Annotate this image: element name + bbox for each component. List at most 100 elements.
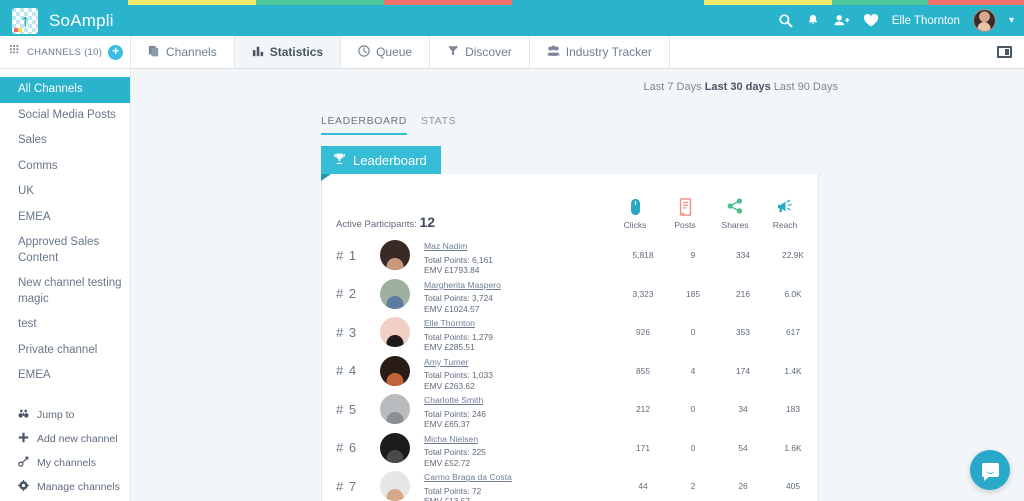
tab-channels[interactable]: Channels [131,36,235,68]
sidebar-tool-jump-to[interactable]: Jump to [0,403,130,427]
participant-points: Total Points: 6,161 [424,254,493,265]
avatar[interactable] [380,394,410,425]
sidebar-item-test[interactable]: test [0,312,130,338]
metric-value-clicks: 212 [636,404,650,415]
chevron-down-icon[interactable]: ▾ [1009,15,1014,26]
main-tab-bar: CHANNELS (10) + Channels Statistics Queue D… [0,36,1024,69]
sidebar-tool-label: My channels [37,456,96,469]
heart-icon[interactable] [863,13,879,28]
metric-label: Reach [772,220,798,230]
avatar[interactable] [380,278,410,309]
avatar[interactable] [380,471,410,501]
metric-value-posts: 0 [690,404,696,415]
sidebar-tool-manage-channels[interactable]: Manage channels [0,475,130,499]
metric-label: Shares [721,220,749,230]
metric-label: Clicks [623,220,647,230]
date-range-last-7-days[interactable]: Last 7 Days [644,81,702,93]
participant-info: Carmo Braga da Costa Total Points: 72EMV … [424,466,594,501]
leaderboard-row[interactable]: # 5 Charlotte Smith Total Points: 246 EMV £… [322,390,818,429]
metric-value-posts: 2 [690,481,696,492]
participant-info: Margherita Maspero Total Points: 3,724 EMV… [424,274,594,314]
copy-icon [148,45,160,60]
sidebar-item-private-channel[interactable]: Private channel [0,338,130,364]
participant-points: Total Points: 246 [424,408,486,419]
metric-value-posts: 9 [690,250,696,261]
participant-name-link[interactable]: Carmo Braga da Costa [424,472,512,482]
sidebar-item-approved-sales-content[interactable]: Approved Sales Content [0,230,130,271]
tab-queue[interactable]: Queue [341,36,431,68]
sidebar-item-uk[interactable]: UK [0,179,130,205]
brand-name: SoAmpli [49,10,114,30]
participant-name-link[interactable]: Margherita Maspero [424,280,501,290]
rank: # 4 [336,363,358,379]
participant-name-link[interactable]: Amy Turner [424,357,468,367]
metric-value-posts: 185 [686,288,700,299]
brand[interactable]: ➚ SoAmpli [0,7,114,34]
participant-name-link[interactable]: Elle Thornton [424,318,475,328]
share-icon [710,198,760,220]
bell-icon[interactable] [806,13,820,28]
date-range-last-90-days[interactable]: Last 90 Days [774,81,838,93]
grid-icon [10,45,21,59]
search-icon[interactable] [778,13,793,28]
metric-value-shares: 334 [736,250,750,261]
leaderboard-card: Active Participants: 12 Clicks Posts Share… [321,174,819,501]
sidebar-item-emea[interactable]: EMEA [0,363,130,389]
metric-label: Posts [674,220,696,230]
metric-value-reach: 1.6K [784,442,802,453]
sidebar-item-comms[interactable]: Comms [0,154,130,180]
leaderboard-row[interactable]: # 7 Carmo Braga da Costa Total Points: 72E… [322,467,818,501]
avatar[interactable] [972,9,996,32]
rocket-icon: ➚ [12,7,38,34]
metric-values: 212 0 34 183 [618,404,818,414]
add-user-icon[interactable] [833,13,850,28]
tab-industry-tracker[interactable]: Industry Tracker [529,36,670,68]
avatar[interactable] [380,355,410,386]
sidebar-tools: Jump to Add new channel My channels Manage … [0,403,130,499]
participant-name-link[interactable]: Maz Nadim [424,241,467,251]
date-range-last-30-days[interactable]: Last 30 days [705,81,771,93]
leaderboard-row[interactable]: # 1 Maz Nadim Total Points: 6,161 EMV £1793… [322,236,818,275]
panel-toggle-icon[interactable] [997,36,1024,68]
participant-name-link[interactable]: Micha Nielsen [424,434,478,444]
nav-tabs: Channels Statistics Queue Discover Industry … [131,36,670,68]
leaderboard-row[interactable]: # 4 Amy Turner Total Points: 1,033 EMV £263… [322,352,818,391]
avatar[interactable] [380,317,410,348]
participant-info: Micha Nielsen Total Points: 225 EMV £52.72 [424,428,594,468]
tab-label: Statistics [269,45,324,59]
chat-bubble-icon[interactable] [970,450,1010,490]
tab-statistics[interactable]: Statistics [234,36,342,68]
participant-info: Charlotte Smith Total Points: 246 EMV £65.… [424,389,594,429]
add-channel-button[interactable]: + [108,44,124,60]
participant-name-link[interactable]: Charlotte Smith [424,395,483,405]
top-bar: ➚ SoAmpli Elle Thornton ▾ [0,5,1024,36]
date-range-filter: Last 7 Days Last 30 days Last 90 Days [131,69,1024,93]
leaderboard-row[interactable]: # 3 Elle Thornton Total Points: 1,279 EMV £… [322,313,818,352]
sidebar-tool-my-channels[interactable]: My channels [0,451,130,475]
avatar[interactable] [380,240,410,271]
sidebar-item-new-channel-testing-magic[interactable]: New channel testing magic [0,271,130,312]
leaderboard-row[interactable]: # 2 Margherita Maspero Total Points: 3,724… [322,275,818,314]
tab-label: Discover [465,45,512,59]
metric-value-reach: 22.9K [782,250,804,261]
rank: # 7 [336,478,358,494]
sidebar-item-emea[interactable]: EMEA [0,205,130,231]
sidebar-item-sales[interactable]: Sales [0,128,130,154]
tab-discover[interactable]: Discover [430,36,530,68]
leaderboard-row[interactable]: # 6 Micha Nielsen Total Points: 225 EMV £52… [322,429,818,468]
subtab-leaderboard[interactable]: LEADERBOARD [321,115,407,135]
rank: # 2 [336,286,358,302]
sidebar-tool-add-new-channel[interactable]: Add new channel [0,427,130,451]
subtab-stats[interactable]: STATS [421,115,456,135]
metric-value-shares: 54 [738,442,748,453]
metric-value-reach: 183 [786,404,800,415]
participant-emv: EMV £13.57 [424,496,594,501]
participant-points: Total Points: 1,279 [424,331,493,342]
participant-points: Total Points: 72 [424,485,482,496]
leaderboard-panel: Leaderboard Active Participants: 12 Clic… [321,146,819,501]
active-participants: Active Participants: 12 [336,214,435,230]
sidebar-item-all-channels[interactable]: All Channels [0,77,130,103]
sidebar-item-social-media-posts[interactable]: Social Media Posts [0,103,130,129]
avatar[interactable] [380,432,410,463]
trophy-icon [333,152,346,168]
